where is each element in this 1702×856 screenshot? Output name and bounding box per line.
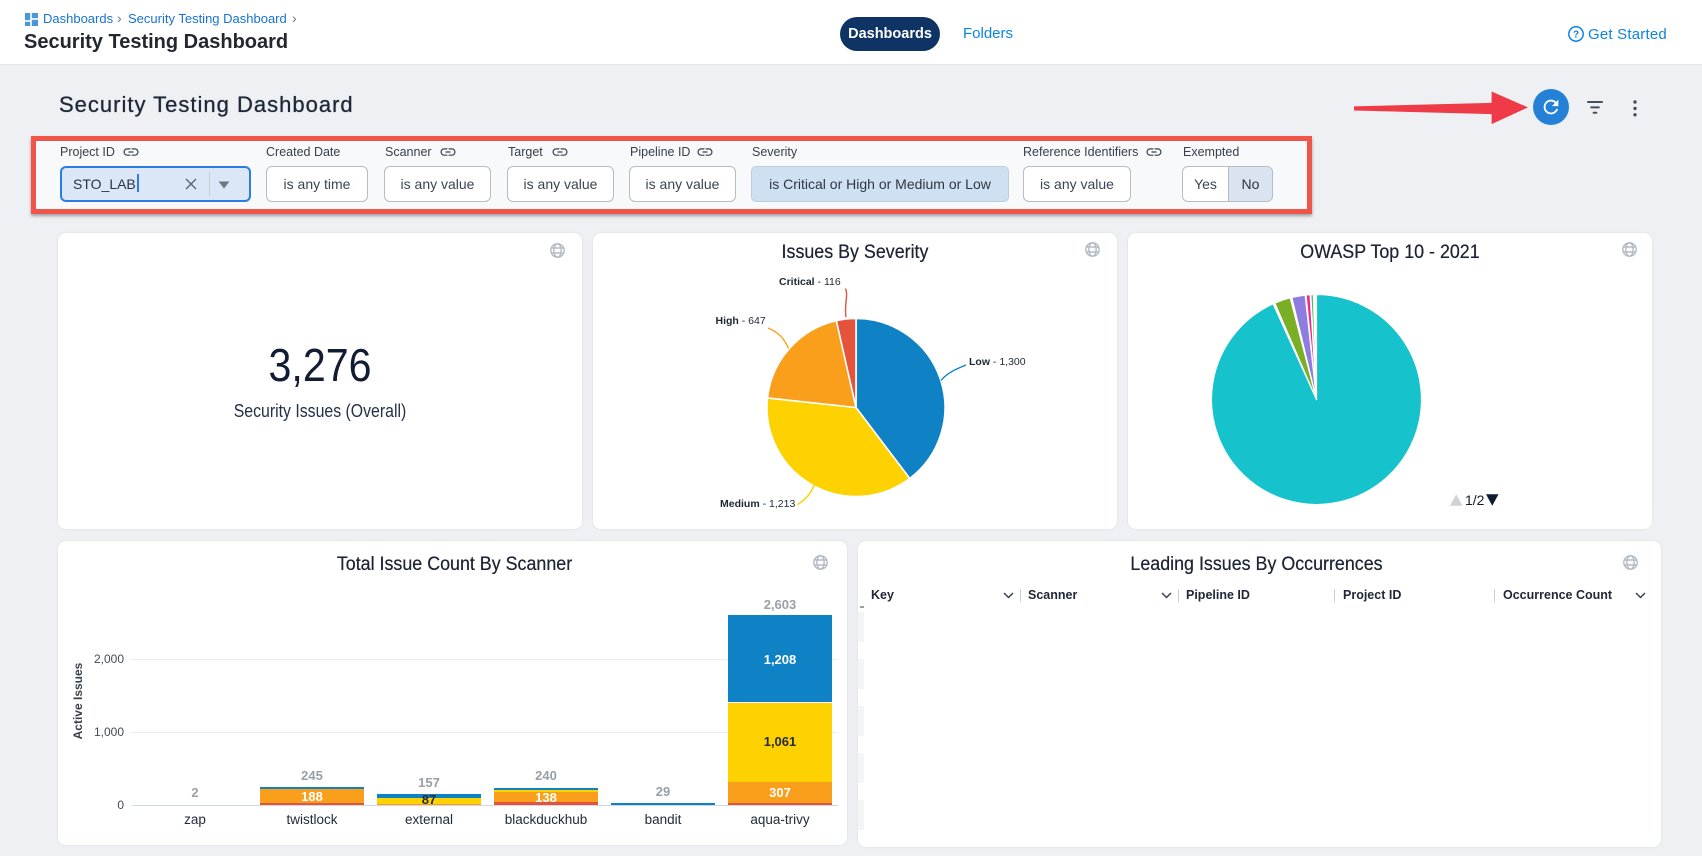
- svg-text:?: ?: [1573, 30, 1579, 41]
